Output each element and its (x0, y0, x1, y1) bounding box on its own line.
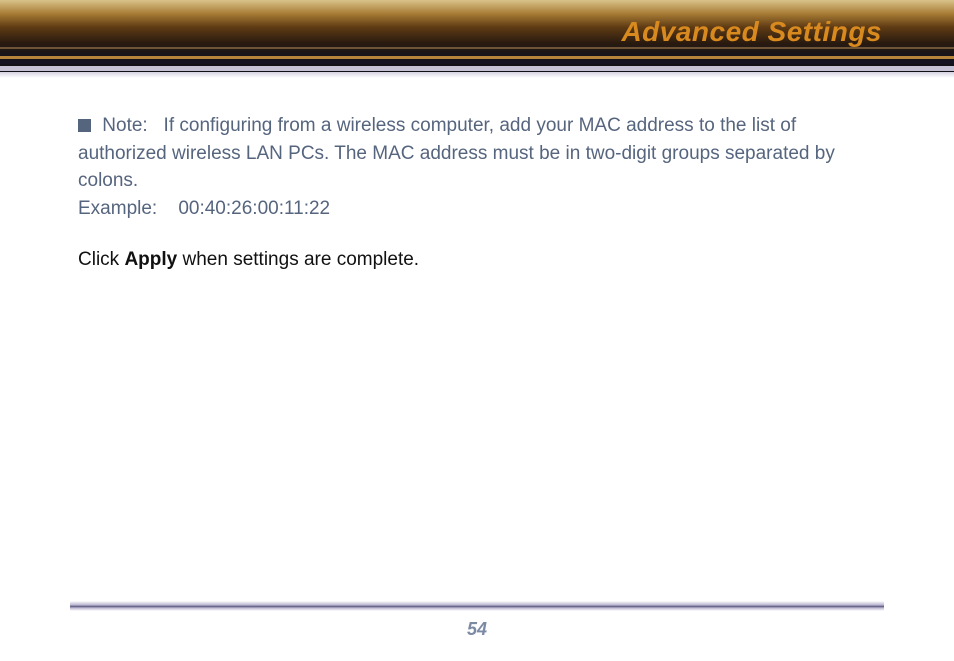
note-example-label: Example: (78, 198, 157, 219)
note-label: Note: (102, 115, 147, 136)
header-stripe (0, 66, 954, 71)
page-footer: 54 (0, 601, 954, 661)
header-stripe (0, 56, 954, 59)
note-paragraph: Note: If configuring from a wireless com… (78, 112, 876, 222)
note-body: If configuring from a wireless computer,… (78, 115, 835, 191)
apply-suffix: when settings are complete. (177, 249, 419, 270)
page-header: Advanced Settings (0, 0, 954, 78)
page-content: Note: If configuring from a wireless com… (0, 78, 954, 274)
footer-divider (70, 601, 884, 611)
apply-bold-word: Apply (124, 249, 177, 270)
apply-prefix: Click (78, 249, 124, 270)
page-title: Advanced Settings (621, 16, 882, 48)
apply-instruction: Click Apply when settings are complete. (78, 246, 876, 274)
note-example-value: 00:40:26:00:11:22 (178, 198, 330, 219)
header-stripe (0, 60, 954, 64)
square-bullet-icon (78, 119, 91, 132)
page-number: 54 (0, 619, 954, 640)
header-stripe (0, 72, 954, 78)
